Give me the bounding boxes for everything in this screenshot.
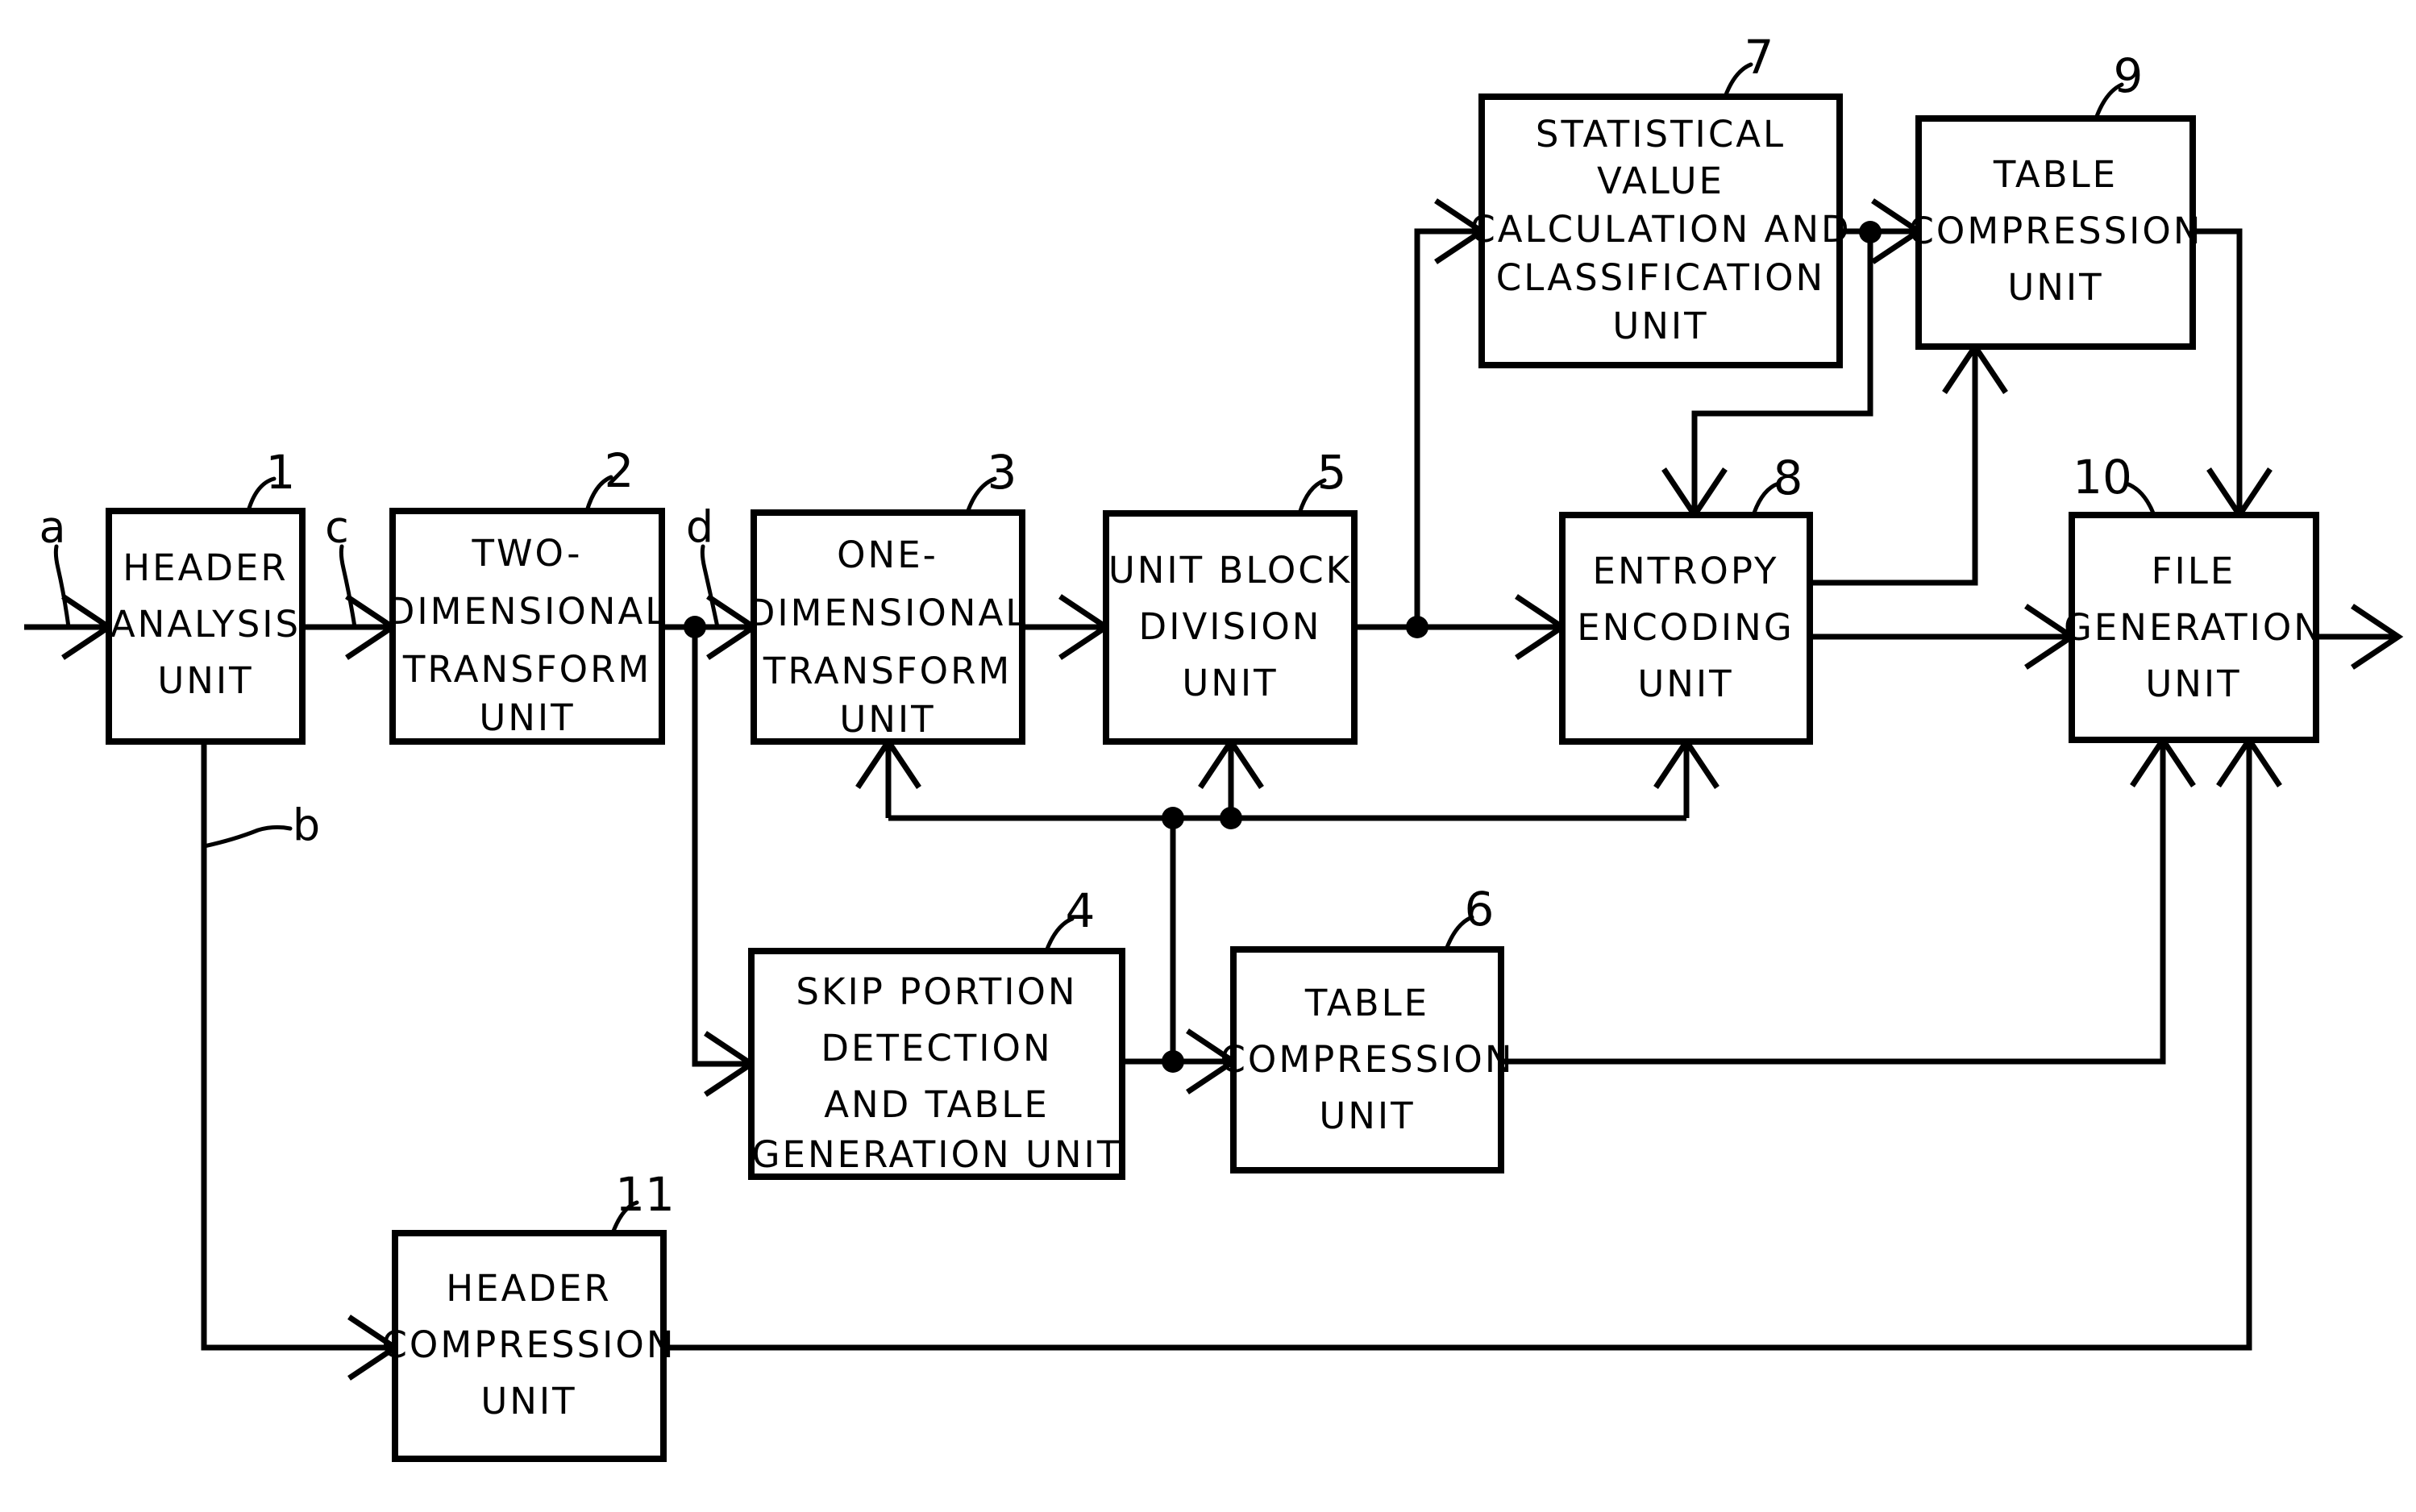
block-unit-block-division-unit-line-0: UNIT BLOCK: [1108, 549, 1352, 592]
block-skip-portion-line-3: GENERATION UNIT: [752, 1133, 1122, 1176]
block-header-compression-unit-line-0: HEADER: [446, 1267, 611, 1310]
ref-numeral-7: 7: [1744, 30, 1774, 85]
block-two-dimensional-transform-unit-line-2: TRANSFORM: [402, 648, 651, 691]
block-one-dimensional-transform-unit-line-0: ONE-: [837, 534, 938, 576]
block-two-dimensional-transform-unit[interactable]: TWO- DIMENSIONAL TRANSFORM UNIT: [387, 508, 668, 745]
ref-numeral-3: 3: [988, 445, 1017, 500]
block-table-compression-unit-6[interactable]: TABLE COMPRESSION UNIT: [1220, 946, 1515, 1173]
ref-numeral-9: 9: [2114, 48, 2144, 103]
junction-d-split: [684, 616, 706, 638]
block-statistical-unit-line-2: CALCULATION AND: [1470, 208, 1851, 251]
ref-numeral-10: 10: [2073, 450, 2132, 505]
block-unit-block-division-unit-line-2: UNIT: [1182, 662, 1278, 704]
block-entropy-encoding-unit-line-0: ENTROPY: [1593, 550, 1779, 592]
block-skip-portion-detection-and-table-generation-unit[interactable]: SKIP PORTION DETECTION AND TABLE GENERAT…: [748, 948, 1125, 1180]
signal-label-b: b: [293, 800, 320, 851]
block-one-dimensional-transform-unit[interactable]: ONE- DIMENSIONAL TRANSFORM UNIT: [747, 509, 1029, 745]
ref-numeral-6: 6: [1465, 882, 1495, 937]
ref-numeral-4: 4: [1066, 883, 1096, 938]
block-table-compression-unit-6-line-1: COMPRESSION: [1220, 1038, 1515, 1081]
leader-signal-b: [202, 825, 293, 849]
leader-signal-a: [53, 544, 71, 629]
leader-signal-c: [339, 544, 357, 629]
ref-numeral-2: 2: [605, 443, 634, 498]
block-table-compression-unit-9-line-1: COMPRESSION: [1909, 210, 2203, 252]
block-one-dimensional-transform-unit-line-3: UNIT: [839, 698, 935, 741]
ref-numeral-1: 1: [266, 445, 296, 500]
block-file-generation-unit[interactable]: FILE GENERATION UNIT: [2064, 512, 2323, 743]
block-two-dimensional-transform-unit-line-1: DIMENSIONAL: [387, 590, 668, 633]
block-statistical-unit-line-3: CLASSIFICATION: [1496, 256, 1825, 299]
block-table-compression-unit-9[interactable]: TABLE COMPRESSION UNIT: [1909, 115, 2203, 350]
block-header-compression-unit-line-1: COMPRESSION: [382, 1323, 676, 1366]
block-header-analysis-unit-line-1: ANALYSIS: [110, 603, 301, 646]
block-skip-portion-line-1: DETECTION: [821, 1027, 1052, 1070]
ref-numeral-5: 5: [1317, 445, 1347, 500]
signal-label-a: a: [39, 502, 65, 553]
ref-numeral-8: 8: [1774, 451, 1803, 505]
block-header-analysis-unit[interactable]: HEADER ANALYSIS UNIT: [106, 508, 306, 745]
block-table-compression-unit-9-line-0: TABLE: [1993, 153, 2118, 196]
block-header-analysis-unit-line-0: HEADER: [123, 546, 288, 589]
junction-feedback-right: [1220, 807, 1242, 829]
wire-9-to-10: [2193, 228, 2243, 515]
block-file-generation-unit-line-0: FILE: [2152, 550, 2236, 592]
signal-label-d: d: [686, 502, 713, 553]
block-unit-block-division-unit-line-1: DIVISION: [1139, 605, 1322, 648]
wire-5-to-7: [1414, 228, 1482, 627]
block-group: HEADER ANALYSIS UNIT TWO- DIMENSIONAL TR…: [106, 93, 2323, 1462]
junction-unitblock-output: [1406, 616, 1428, 638]
block-header-analysis-unit-line-2: UNIT: [157, 659, 253, 702]
signal-label-c: c: [325, 502, 349, 553]
block-file-generation-unit-line-1: GENERATION: [2064, 606, 2323, 649]
patent-block-diagram: HEADER ANALYSIS UNIT TWO- DIMENSIONAL TR…: [0, 0, 2416, 1512]
block-unit-block-division-unit[interactable]: UNIT BLOCK DIVISION UNIT: [1103, 510, 1358, 745]
diagram-canvas: HEADER ANALYSIS UNIT TWO- DIMENSIONAL TR…: [24, 30, 2404, 1462]
junction-feedback-left: [1162, 807, 1184, 829]
block-two-dimensional-transform-unit-line-0: TWO-: [472, 532, 583, 575]
block-two-dimensional-transform-unit-line-3: UNIT: [479, 696, 575, 739]
block-statistical-unit-line-4: UNIT: [1612, 305, 1708, 347]
block-entropy-encoding-unit[interactable]: ENTROPY ENCODING UNIT: [1559, 512, 1813, 745]
junction-skip-output: [1162, 1050, 1184, 1073]
wire-d-to-4: [692, 627, 751, 1067]
block-table-compression-unit-6-line-2: UNIT: [1319, 1095, 1415, 1137]
ref-numeral-11: 11: [615, 1167, 675, 1222]
junction-statistical-output: [1859, 221, 1882, 243]
block-entropy-encoding-unit-line-2: UNIT: [1637, 663, 1733, 705]
leader-signal-d: [700, 544, 720, 629]
block-statistical-unit-line-1: VALUE: [1597, 160, 1724, 202]
block-table-compression-unit-9-line-2: UNIT: [2007, 266, 2103, 309]
block-header-compression-unit[interactable]: HEADER COMPRESSION UNIT: [382, 1230, 676, 1462]
block-skip-portion-line-0: SKIP PORTION: [796, 970, 1077, 1013]
block-one-dimensional-transform-unit-line-2: TRANSFORM: [763, 650, 1012, 692]
block-one-dimensional-transform-unit-line-1: DIMENSIONAL: [747, 592, 1029, 634]
block-header-compression-unit-line-2: UNIT: [480, 1380, 576, 1423]
block-file-generation-unit-line-2: UNIT: [2145, 663, 2241, 705]
block-entropy-encoding-unit-line-1: ENCODING: [1577, 606, 1794, 649]
wire-group: [24, 198, 2404, 1381]
block-statistical-value-calculation-and-classification-unit[interactable]: STATISTICAL VALUE CALCULATION AND CLASSI…: [1470, 93, 1851, 368]
block-table-compression-unit-6-line-0: TABLE: [1304, 982, 1429, 1024]
wire-6-to-10: [1501, 740, 2166, 1065]
block-skip-portion-line-2: AND TABLE: [824, 1083, 1050, 1126]
block-statistical-unit-line-0: STATISTICAL: [1536, 113, 1786, 156]
